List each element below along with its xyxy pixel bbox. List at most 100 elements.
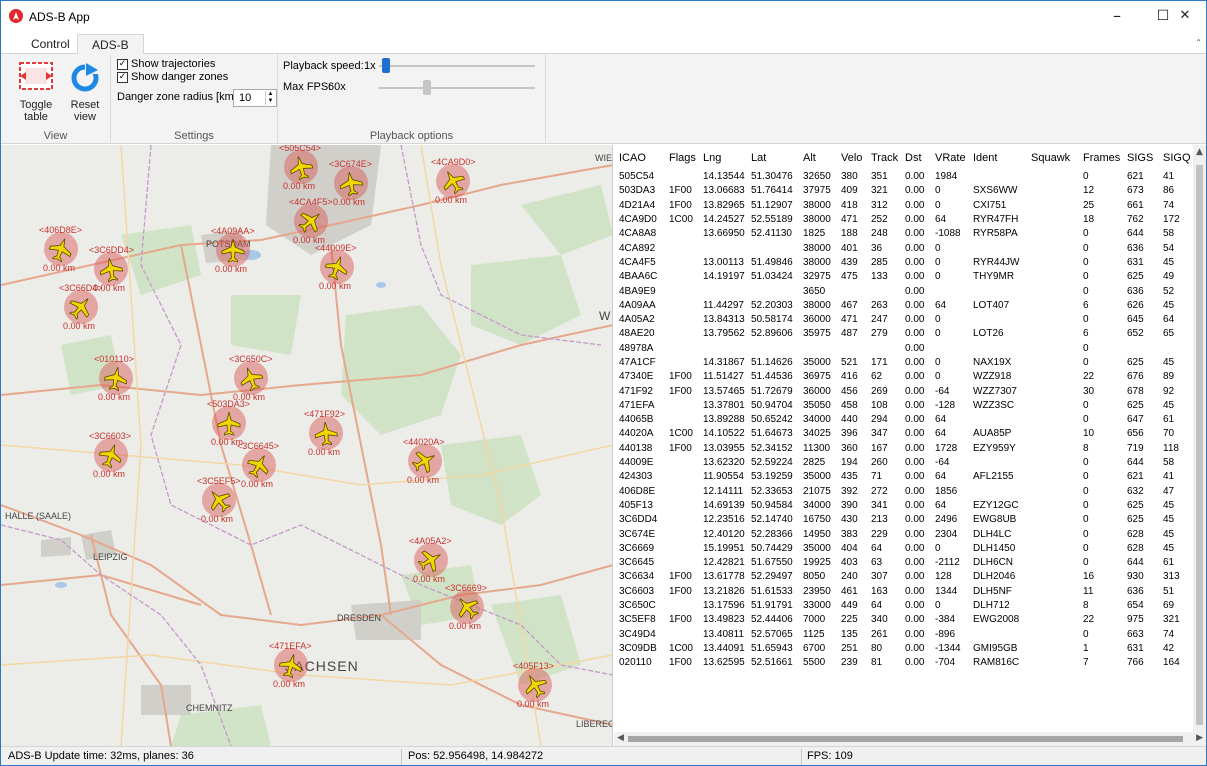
table-row[interactable]: 4BA9E9 3650 0.00 0 636 52	[614, 284, 1191, 298]
table-row[interactable]: 020110 1F00 13.62595 52.51661 5500 239 81 0.00-…	[614, 656, 1191, 670]
tab-control[interactable]: Control	[17, 34, 84, 55]
aircraft-marker[interactable]: <406D8E> 0.00 km	[39, 225, 82, 273]
aircraft-icao-label: <505C54>	[279, 145, 321, 153]
aircraft-marker[interactable]: <44009E>0.00 km	[315, 243, 357, 291]
table-cell: 47	[1163, 485, 1175, 497]
table-cell: 11300	[803, 442, 831, 454]
scroll-right-icon[interactable]: ▶	[1196, 733, 1203, 743]
aircraft-marker[interactable]: <4A09AA> 0.00 km	[211, 226, 255, 274]
table-row[interactable]: 3C6669 15.19951 50.74429 35000 404 64 0.00 0 DLH…	[614, 542, 1191, 556]
table-cell: 1F00	[669, 371, 692, 383]
table-horizontal-scrollbar[interactable]: ◀ ▶	[614, 732, 1206, 746]
aircraft-marker[interactable]: <503DA3>0.00 km	[207, 399, 250, 447]
tab-ads-b[interactable]: ADS-B	[77, 34, 144, 55]
table-cell: 418	[841, 199, 858, 211]
scroll-up-icon[interactable]: ▲	[1196, 147, 1203, 157]
table-row[interactable]: 3C674E 12.40120 52.28366 14950 383 229 0.00 230…	[614, 527, 1191, 541]
playback-speed-slider[interactable]	[379, 65, 535, 67]
table-row[interactable]: 505C54 14.13544 51.30476 32650 380 351 0.00 198…	[614, 170, 1191, 184]
column-header[interactable]: SIGQ	[1158, 145, 1191, 170]
table-row[interactable]: 471F92 1F00 13.57465 51.72679 36000 456 269 0.0…	[614, 384, 1191, 398]
table-row[interactable]: 48AE20 13.79562 52.89606 35975 487 279 0.00 0 LO…	[614, 327, 1191, 341]
table-row[interactable]: 4D21A4 1F00 13.82965 51.12907 38000 418 312 0.0…	[614, 199, 1191, 213]
table-row[interactable]: 3C6DD4 12.23516 52.14740 16750 430 213 0.00 249…	[614, 513, 1191, 527]
aircraft-marker[interactable]: <471F92> 0.00 km	[304, 409, 345, 457]
table-row[interactable]: 406D8E 12.14111 52.33653 21075 392 272 0.00 185…	[614, 485, 1191, 499]
spinner-arrows-icon[interactable]: ▲ ▼	[265, 91, 275, 105]
table-vertical-scrollbar[interactable]: ▲	[1193, 145, 1206, 732]
map-view[interactable]: WIE W HALLE (SAALE) LEIPZIG CHEMNITZ DRE…	[1, 145, 613, 746]
column-header[interactable]: Squawk	[1026, 145, 1078, 170]
table-row[interactable]: 4CA4F5 13.00113 51.49846 38000 439 285 0.00 0 RY…	[614, 256, 1191, 270]
map-canvas[interactable]: WIE W HALLE (SAALE) LEIPZIG CHEMNITZ DRE…	[1, 145, 613, 746]
table-row[interactable]: 4CA9D0 1C00 14.24527 52.55189 38000 471 252 0.0…	[614, 213, 1191, 227]
aircraft-marker[interactable]: <3C6669> 0.00 km	[445, 583, 487, 631]
column-header[interactable]: ICAO	[614, 145, 664, 170]
close-button[interactable]: ✕	[1163, 1, 1206, 31]
column-header[interactable]: Lat	[746, 145, 798, 170]
table-row[interactable]: 4BAA6C 14.19197 51.03424 32975 475 133 0.00 0 TH…	[614, 270, 1191, 284]
table-row[interactable]: 4A05A2 13.84313 50.58174 36000 471 247 0.00 0 0 6…	[614, 313, 1191, 327]
vertical-scroll-thumb[interactable]	[1196, 165, 1203, 725]
table-row[interactable]: 44009E 13.62320 52.59224 2825 194 260 0.00 -64 0…	[614, 456, 1191, 470]
column-header[interactable]: VRate	[930, 145, 968, 170]
aircraft-marker[interactable]: <010110> 0.00 km	[94, 354, 134, 402]
column-header[interactable]: Ident	[968, 145, 1026, 170]
table-row[interactable]: 424303 11.90554 53.19259 35000 435 71 0.00 64 AF…	[614, 470, 1191, 484]
aircraft-marker[interactable]: <44020A> 0.00 km	[403, 437, 445, 485]
aircraft-marker[interactable]: <3C66D4> 0.00 km	[59, 283, 103, 331]
aircraft-marker[interactable]: <3C6603> 0.00 km	[89, 431, 131, 479]
horizontal-scroll-thumb[interactable]	[628, 736, 1183, 742]
table-row[interactable]: 471EFA 13.37801 50.94704 35050 458 108 0.00 -12…	[614, 399, 1191, 413]
minimize-button[interactable]: –	[1094, 1, 1140, 31]
column-header[interactable]: Frames	[1078, 145, 1122, 170]
ribbon-pin-icon[interactable]: ⌃	[1195, 38, 1202, 47]
column-header[interactable]: Velo	[836, 145, 866, 170]
table-row[interactable]: 44065B 13.89288 50.65242 34000 440 294 0.00 64 0…	[614, 413, 1191, 427]
table-row[interactable]: 3C6634 1F00 13.61778 52.29497 8050 240 307 0.00…	[614, 570, 1191, 584]
aircraft-marker[interactable]: <4CA9D0> 0.00 km	[431, 157, 476, 205]
table-row[interactable]: 4CA8A8 13.66950 52.41130 1825 188 248 0.00 -108…	[614, 227, 1191, 241]
column-header[interactable]: Lng	[698, 145, 746, 170]
aircraft-marker[interactable]: <471EFA> 0.00 km	[269, 641, 312, 689]
aircraft-table[interactable]: ICAO Flags Lng Lat Alt Velo Track Dst VRate Ident…	[614, 145, 1206, 746]
table-row[interactable]: 48978A 0.00 0	[614, 342, 1191, 356]
table-row[interactable]: 3C650C 13.17596 51.91791 33000 449 64 0.00 0 DLH…	[614, 599, 1191, 613]
table-cell: 70	[1163, 428, 1175, 440]
aircraft-marker[interactable]: <405F13> 0.00 km	[513, 661, 554, 709]
table-row[interactable]: 440138 1F00 13.03955 52.34152 11300 360 167 0.0…	[614, 442, 1191, 456]
column-header[interactable]: Alt	[798, 145, 836, 170]
danger-radius-spinner[interactable]: 10 ▲ ▼	[233, 89, 277, 107]
reset-view-button[interactable]: Reset view	[65, 60, 105, 123]
column-header[interactable]: Flags	[664, 145, 698, 170]
aircraft-marker[interactable]: <3C6645> 0.00 km	[237, 441, 279, 489]
max-fps-slider[interactable]	[379, 87, 535, 89]
aircraft-marker[interactable]: <505C54> 0.00 km	[279, 145, 321, 191]
table-row[interactable]: 405F13 14.69139 50.94584 34000 390 341 0.00 64 E…	[614, 499, 1191, 513]
scroll-left-icon[interactable]: ◀	[617, 733, 624, 743]
toggle-table-button[interactable]: Toggle table	[11, 60, 61, 123]
aircraft-marker[interactable]: <3C5EF5> 0.00 km	[197, 476, 241, 524]
table-row[interactable]: 4A09AA 11.44297 52.20303 38000 467 263 0.00 64 L…	[614, 299, 1191, 313]
show-trajectories-checkbox[interactable]: ✓ Show trajectories	[117, 58, 215, 70]
table-row[interactable]: 3C5EF8 1F00 13.49823 52.44406 7000 225 340 0.00…	[614, 613, 1191, 627]
aircraft-marker[interactable]: <3C650C>0.00 km	[229, 354, 273, 402]
column-header[interactable]: Dst	[900, 145, 930, 170]
table-row[interactable]: 3C49D4 13.40811 52.57065 1125 135 261 0.00 -896…	[614, 628, 1191, 642]
max-fps-thumb[interactable]	[423, 80, 432, 95]
table-cell: 294	[871, 414, 888, 426]
column-header[interactable]: Track	[866, 145, 900, 170]
table-row[interactable]: 4CA892 38000 401 36 0.00 0 0 636 54	[614, 241, 1191, 255]
column-header[interactable]: SIGS	[1122, 145, 1158, 170]
table-cell: WZZ7307	[973, 385, 1017, 397]
table-row[interactable]: 44020A 1C00 14.10522 51.64673 34025 396 347 0.0…	[614, 427, 1191, 441]
table-row[interactable]: 47A1CF 14.31867 51.14626 35000 521 171 0.00 0 NA…	[614, 356, 1191, 370]
table-row[interactable]: 503DA3 1F00 13.06683 51.76414 37975 409 321 0.0…	[614, 184, 1191, 198]
playback-speed-thumb[interactable]	[381, 58, 390, 73]
table-row[interactable]: 3C09DB 1C00 13.44091 51.65943 6700 251 80 0.00-…	[614, 642, 1191, 656]
table-row[interactable]: 3C6645 12.42821 51.67550 19925 403 63 0.00 -211…	[614, 556, 1191, 570]
show-danger-zones-checkbox[interactable]: ✓ Show danger zones	[117, 71, 228, 83]
table-row[interactable]: 47340E 1F00 11.51427 51.44536 36975 416 62 0.00…	[614, 370, 1191, 384]
table-row[interactable]: 3C6603 1F00 13.21826 51.61533 23950 461 163 0.0…	[614, 585, 1191, 599]
table-cell	[1122, 342, 1158, 356]
